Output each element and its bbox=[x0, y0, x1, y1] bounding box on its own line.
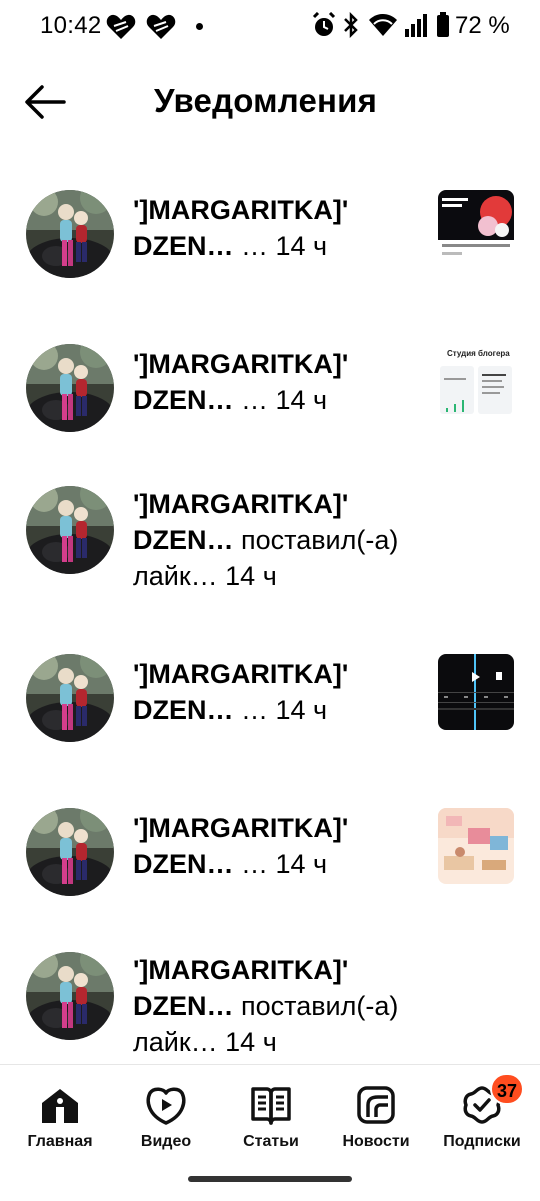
home-indicator[interactable] bbox=[188, 1176, 352, 1182]
author-name: ']MARGARITKA]' bbox=[133, 489, 349, 519]
notification-meta-cont: лайк… 14 ч bbox=[133, 561, 277, 591]
notification-text: ']MARGARITKA]' DZEN… поставил(-а) лайк… … bbox=[133, 952, 433, 1060]
avatar[interactable] bbox=[26, 190, 114, 278]
nav-subscriptions[interactable]: 37 Подписки bbox=[428, 1073, 536, 1163]
author-name-cont: DZEN… bbox=[133, 695, 234, 725]
avatar[interactable] bbox=[26, 344, 114, 432]
avatar[interactable] bbox=[26, 808, 114, 896]
author-name: ']MARGARITKA]' bbox=[133, 349, 349, 379]
nav-news[interactable]: Новости bbox=[322, 1083, 430, 1163]
publication-thumbnail[interactable] bbox=[438, 808, 514, 884]
author-name-cont: DZEN… bbox=[133, 991, 234, 1021]
notification-item[interactable]: ']MARGARITKA]' DZEN… … 14 ч Студия блоге… bbox=[0, 312, 540, 462]
notification-meta: … 14 ч bbox=[233, 231, 328, 261]
signal-icon bbox=[405, 14, 427, 37]
news-icon bbox=[357, 1086, 395, 1124]
notification-item[interactable]: ']MARGARITKA]' DZEN… … 14 ч bbox=[0, 626, 540, 776]
avatar[interactable] bbox=[26, 654, 114, 742]
notification-item[interactable]: ']MARGARITKA]' DZEN… поставил(-а) лайк… … bbox=[0, 464, 540, 624]
notification-text: ']MARGARITKA]' DZEN… … 14 ч bbox=[133, 656, 433, 728]
heart-icon bbox=[106, 14, 136, 39]
author-name-cont: DZEN… bbox=[133, 385, 234, 415]
alarm-icon bbox=[312, 12, 336, 36]
notification-meta: поставил(-а) bbox=[233, 525, 399, 555]
notification-meta: … 14 ч bbox=[233, 385, 328, 415]
nav-label: Подписки bbox=[443, 1133, 521, 1150]
nav-label: Статьи bbox=[243, 1133, 299, 1150]
nav-label: Видео bbox=[140, 1133, 192, 1150]
heart-icon bbox=[146, 14, 176, 39]
notification-text: ']MARGARITKA]' DZEN… … 14 ч bbox=[133, 346, 433, 418]
author-name: ']MARGARITKA]' bbox=[133, 659, 349, 689]
page-title: Уведомления bbox=[154, 82, 378, 119]
home-icon bbox=[42, 1089, 78, 1123]
author-name: ']MARGARITKA]' bbox=[133, 955, 349, 985]
battery-icon bbox=[437, 12, 449, 37]
author-name: ']MARGARITKA]' bbox=[133, 813, 349, 843]
notification-meta-cont: лайк… 14 ч bbox=[133, 1027, 277, 1057]
notification-meta: … 14 ч bbox=[233, 849, 328, 879]
page-header: Уведомления bbox=[0, 62, 540, 142]
nav-articles[interactable]: Статьи bbox=[217, 1083, 325, 1163]
status-bar: 10:42 72 % bbox=[0, 0, 540, 54]
notification-meta: … 14 ч bbox=[233, 695, 328, 725]
wifi-icon bbox=[369, 14, 397, 36]
book-icon bbox=[251, 1087, 291, 1125]
avatar[interactable] bbox=[26, 486, 114, 574]
nav-label: Главная bbox=[27, 1133, 93, 1150]
notification-text: ']MARGARITKA]' DZEN… … 14 ч bbox=[133, 810, 433, 882]
author-name-cont: DZEN… bbox=[133, 525, 234, 555]
notification-item[interactable]: ']MARGARITKA]' DZEN… … 14 ч bbox=[0, 778, 540, 928]
notification-item[interactable]: ']MARGARITKA]' DZEN… поставил(-а) лайк… … bbox=[0, 930, 540, 1064]
notification-text: ']MARGARITKA]' DZEN… поставил(-а) лайк… … bbox=[133, 486, 433, 594]
studio-thumb-title: Студия блогера bbox=[447, 349, 510, 358]
publication-thumbnail[interactable] bbox=[438, 190, 514, 266]
nav-label: Новости bbox=[342, 1133, 410, 1150]
arrow-left-icon bbox=[25, 85, 66, 119]
nav-video[interactable]: Видео bbox=[112, 1083, 220, 1163]
dot-icon bbox=[196, 23, 203, 30]
nav-home[interactable]: Главная bbox=[6, 1083, 114, 1163]
status-time: 10:42 bbox=[40, 12, 102, 39]
bluetooth-icon bbox=[344, 12, 358, 38]
author-name-cont: DZEN… bbox=[133, 849, 234, 879]
author-name-cont: DZEN… bbox=[133, 231, 234, 261]
notification-badge: 37 bbox=[490, 1073, 524, 1105]
notification-list: ']MARGARITKA]' DZEN… … 14 ч ']MARGARITKA… bbox=[0, 160, 540, 1064]
author-name: ']MARGARITKA]' bbox=[133, 195, 349, 225]
publication-thumbnail[interactable] bbox=[438, 654, 514, 730]
back-button[interactable] bbox=[20, 80, 70, 124]
video-play-icon bbox=[146, 1087, 186, 1125]
avatar[interactable] bbox=[26, 952, 114, 1040]
notification-text: ']MARGARITKA]' DZEN… … 14 ч bbox=[133, 192, 433, 264]
battery-percent: 72 % bbox=[455, 12, 510, 39]
publication-thumbnail[interactable]: Студия блогера bbox=[438, 344, 514, 420]
notification-meta: поставил(-а) bbox=[233, 991, 399, 1021]
notification-item[interactable]: ']MARGARITKA]' DZEN… … 14 ч bbox=[0, 160, 540, 310]
